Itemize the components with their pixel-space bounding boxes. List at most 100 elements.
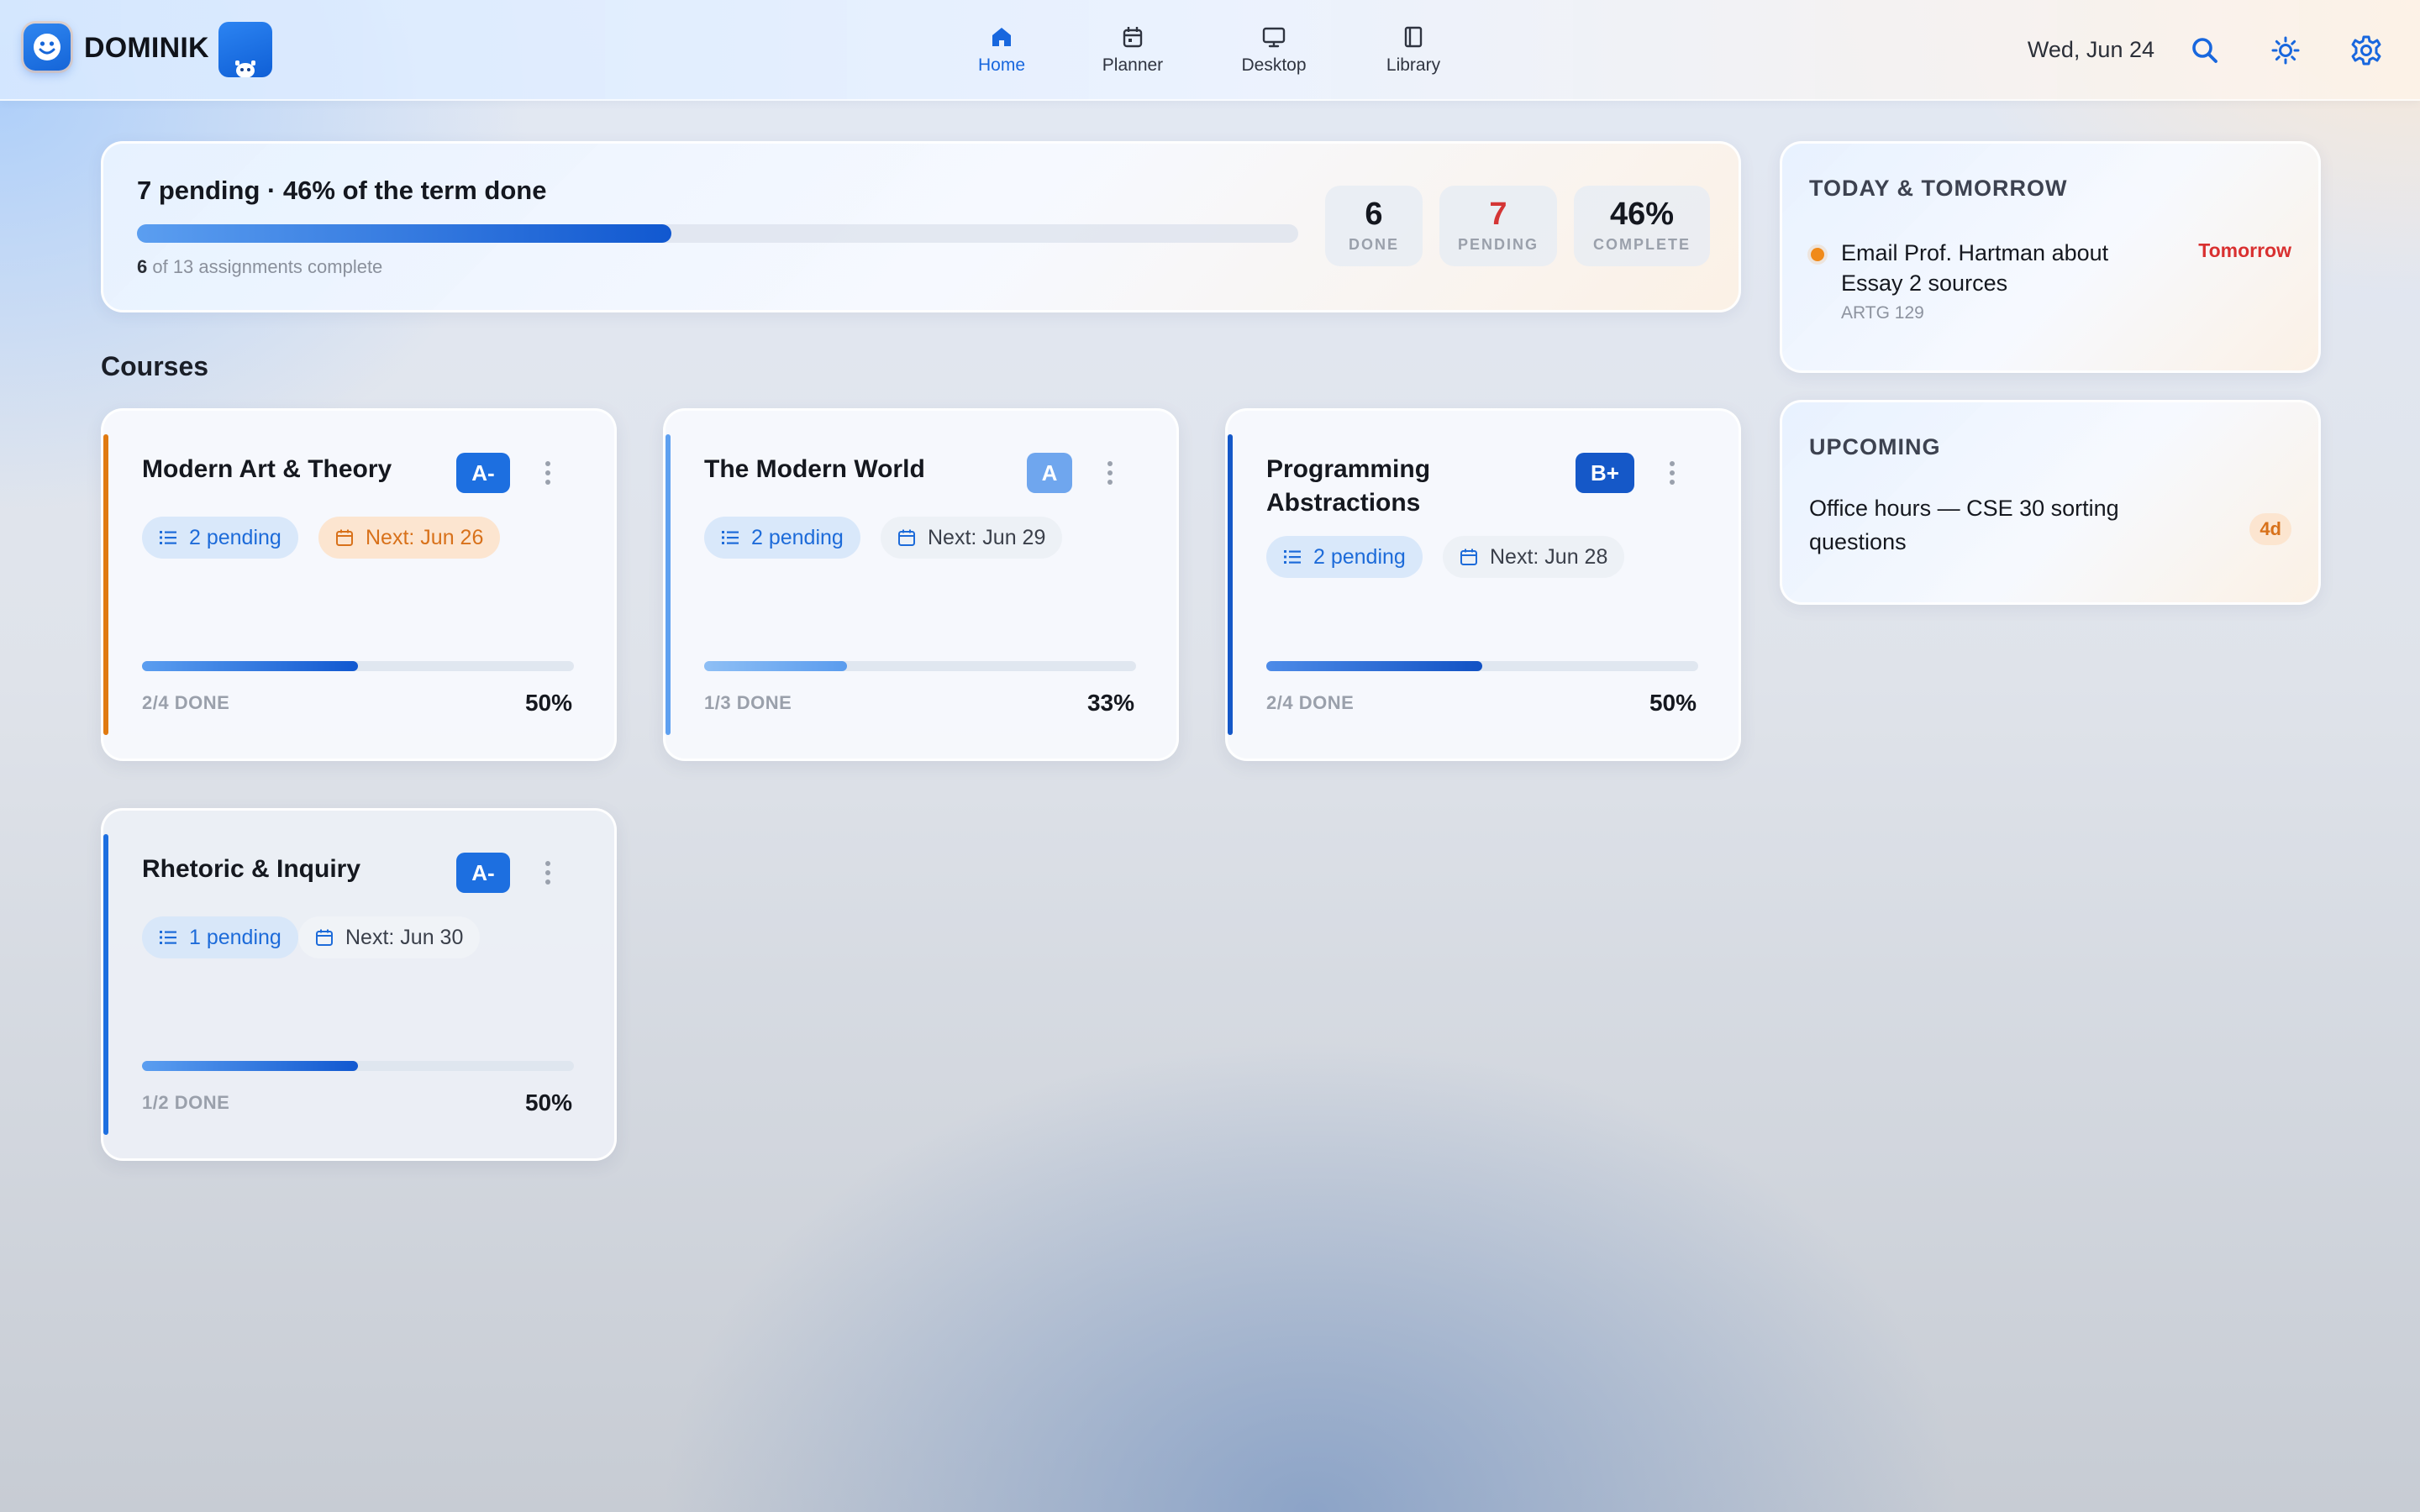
upcoming-item-title[interactable]: Office hours — CSE 30 sorting questions	[1809, 491, 2187, 559]
pending-count: 2 pending	[189, 526, 281, 549]
grade-badge: B+	[1576, 453, 1634, 493]
pending-count: 1 pending	[189, 926, 281, 949]
course-progress-bar	[704, 661, 1136, 671]
stat-pending: 7 PENDING	[1439, 186, 1557, 266]
done-count: 6	[137, 256, 148, 277]
more-options-button[interactable]	[544, 461, 552, 486]
pending-chip[interactable]: 2 pending	[142, 517, 298, 559]
priority-dot	[1811, 248, 1824, 261]
brand-name: DOMINIK	[84, 32, 209, 64]
smiley-icon	[34, 34, 60, 60]
grade-badge: A	[1027, 453, 1072, 493]
stat-complete: 46% COMPLETE	[1574, 186, 1710, 266]
summary-subtext: 6 of 13 assignments complete	[137, 256, 382, 278]
course-card[interactable]: Rhetoric & Inquiry A- 1 pending Next: Ju…	[101, 808, 617, 1161]
course-progress-fill	[142, 661, 358, 671]
pending-chip[interactable]: 1 pending	[142, 916, 298, 958]
avatar[interactable]	[218, 22, 272, 77]
pending-chip[interactable]: 2 pending	[704, 517, 860, 559]
course-title: Programming Abstractions	[1266, 455, 1431, 517]
list-icon	[1284, 550, 1301, 564]
course-percent: 33%	[1086, 690, 1134, 716]
theme-toggle-button[interactable]	[2269, 34, 2302, 67]
next-due-chip[interactable]: Next: Jun 28	[1443, 536, 1625, 578]
nav-label: Planner	[1102, 55, 1164, 75]
calendar-icon	[1123, 27, 1143, 48]
monitor-icon	[1262, 27, 1286, 48]
courses-heading: Courses	[101, 351, 209, 381]
more-options-button[interactable]	[1668, 461, 1676, 486]
calendar-icon	[898, 529, 915, 546]
today-tomorrow-panel: TODAY & TOMORROW Email Prof. Hartman abo…	[1780, 141, 2321, 373]
stat-label: PENDING	[1457, 236, 1539, 253]
summary-title: 7 pending · 46% of the term done	[137, 176, 547, 205]
list-icon	[160, 931, 176, 944]
summary-subtext-rest: of 13 assignments complete	[147, 256, 383, 277]
current-date: Wed, Jun 24	[2027, 37, 2154, 62]
nav-label: Home	[977, 55, 1026, 75]
more-options-button[interactable]	[544, 861, 552, 886]
calendar-icon	[1460, 549, 1477, 565]
stat-value: 46%	[1609, 197, 1675, 232]
course-title: The Modern World	[704, 455, 925, 483]
task-title[interactable]: Email Prof. Hartman about Essay 2 source…	[1841, 238, 2160, 298]
course-card[interactable]: Programming Abstractions B+ 2 pending Ne…	[1225, 408, 1741, 761]
list-icon	[722, 531, 739, 544]
upcoming-panel: UPCOMING Office hours — CSE 30 sorting q…	[1780, 400, 2321, 605]
course-progress-bar	[142, 661, 574, 671]
course-card[interactable]: Modern Art & Theory A- 2 pending Next: J…	[101, 408, 617, 761]
done-count: 1/2 DONE	[142, 1092, 230, 1113]
term-summary-card: 7 pending · 46% of the term done 6 of 13…	[101, 141, 1741, 312]
home-icon	[992, 28, 1011, 46]
course-card[interactable]: The Modern World A 2 pending Next: Jun 2…	[663, 408, 1179, 761]
task-due-label: Tomorrow	[2198, 239, 2291, 261]
next-due-chip[interactable]: Next: Jun 29	[881, 517, 1063, 559]
list-icon	[160, 531, 176, 544]
nav-library[interactable]: Library	[1359, 24, 1468, 82]
book-icon	[1404, 26, 1423, 48]
gear-icon	[2351, 35, 2381, 66]
pending-count: 2 pending	[1313, 545, 1406, 569]
avatar-character-icon	[235, 60, 255, 77]
course-accent-bar	[103, 434, 108, 735]
app-logo[interactable]	[24, 24, 71, 71]
more-options-button[interactable]	[1106, 461, 1114, 486]
nav-label: Library	[1386, 55, 1441, 75]
term-progress-fill	[137, 224, 671, 243]
next-due-date: Next: Jun 29	[928, 526, 1046, 549]
nav-desktop[interactable]: Desktop	[1219, 24, 1328, 82]
next-due-date: Next: Jun 26	[366, 526, 484, 549]
calendar-icon	[316, 929, 333, 946]
course-percent: 50%	[1649, 690, 1697, 716]
search-button[interactable]	[2188, 34, 2222, 67]
next-due-chip[interactable]: Next: Jun 26	[318, 517, 501, 559]
task-course-code: ARTG 129	[1841, 303, 1924, 323]
search-icon	[2192, 38, 2217, 63]
sun-icon	[2271, 36, 2300, 65]
grade-badge: A-	[456, 453, 510, 493]
course-progress-fill	[142, 1061, 358, 1071]
stat-label: DONE	[1348, 236, 1399, 253]
nav-planner[interactable]: Planner	[1078, 24, 1187, 82]
course-progress-fill	[704, 661, 847, 671]
stat-label: COMPLETE	[1592, 236, 1691, 253]
pending-count: 2 pending	[751, 526, 844, 549]
next-due-date: Next: Jun 30	[345, 926, 464, 949]
next-due-date: Next: Jun 28	[1490, 545, 1608, 569]
settings-button[interactable]	[2349, 34, 2383, 67]
course-title: Modern Art & Theory	[142, 455, 392, 483]
next-due-chip[interactable]: Next: Jun 30	[298, 916, 481, 958]
course-percent: 50%	[524, 690, 572, 716]
term-progress-bar	[137, 224, 1298, 243]
done-count: 1/3 DONE	[704, 692, 792, 713]
course-accent-bar	[103, 834, 108, 1135]
course-progress-fill	[1266, 661, 1482, 671]
done-count: 2/4 DONE	[142, 692, 230, 713]
course-progress-bar	[1266, 661, 1698, 671]
done-count: 2/4 DONE	[1266, 692, 1355, 713]
pending-chip[interactable]: 2 pending	[1266, 536, 1423, 578]
course-accent-bar	[666, 434, 671, 735]
days-until-badge: 4d	[2249, 513, 2291, 545]
course-progress-bar	[142, 1061, 574, 1071]
nav-home[interactable]: Home	[947, 24, 1056, 82]
